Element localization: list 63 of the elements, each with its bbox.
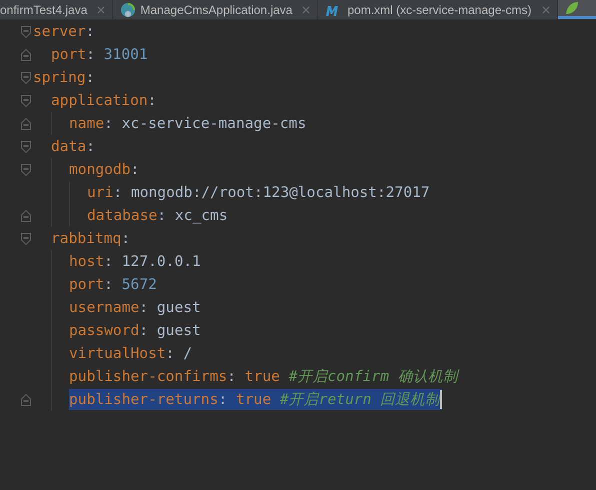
yaml-key: spring	[33, 69, 86, 86]
colon: :	[139, 299, 148, 316]
yaml-key: host	[69, 253, 104, 270]
yaml-key: rabbitmq	[51, 230, 122, 247]
editor-tab[interactable]: ManageCmsApplication.java	[113, 0, 318, 19]
colon: :	[121, 230, 130, 247]
code-comment: #开启confirm 确认机制	[288, 367, 458, 386]
spring-app-icon	[120, 2, 136, 18]
yaml-value: /	[183, 345, 192, 362]
fold-icon[interactable]	[21, 232, 31, 244]
colon: :	[227, 368, 236, 385]
editor-tab[interactable]	[558, 0, 596, 19]
yaml-key: username	[69, 299, 140, 316]
yaml-value: 31001	[104, 46, 148, 63]
yaml-key: application	[51, 92, 148, 109]
colon: :	[86, 46, 95, 63]
yaml-value: true	[236, 391, 272, 408]
colon: :	[104, 115, 113, 132]
colon: :	[218, 391, 228, 408]
yaml-key: database	[87, 207, 158, 224]
yaml-key: name	[69, 115, 104, 132]
colon: :	[157, 207, 166, 224]
fold-icon[interactable]	[21, 140, 31, 152]
unfold-icon[interactable]	[21, 394, 31, 406]
fold-icon[interactable]	[21, 26, 31, 38]
yaml-key: publisher-confirms	[69, 368, 228, 385]
colon: :	[86, 138, 95, 155]
yaml-key: data	[51, 138, 86, 155]
yaml-key: port	[51, 46, 86, 63]
unfold-icon[interactable]	[21, 210, 31, 222]
yaml-value: 127.0.0.1	[122, 253, 201, 270]
unfold-icon[interactable]	[21, 118, 31, 130]
yaml-value: xc_cms	[174, 207, 228, 224]
fold-icon[interactable]	[21, 94, 31, 106]
yaml-value: 5672	[122, 276, 157, 293]
colon: :	[148, 92, 156, 109]
fold-icon[interactable]	[21, 72, 31, 84]
colon: :	[139, 322, 148, 339]
yaml-key: virtualHost	[69, 345, 166, 362]
yaml-key: server	[33, 23, 86, 40]
yaml-key: publisher-returns	[69, 391, 218, 408]
yaml-key: uri	[87, 184, 114, 201]
yaml-key: password	[69, 322, 140, 339]
unfold-icon[interactable]	[21, 48, 31, 60]
yaml-value: true	[244, 368, 280, 385]
fold-icon[interactable]	[21, 164, 31, 176]
text-caret	[440, 390, 442, 409]
yaml-value: guest	[156, 322, 201, 339]
colon: :	[113, 184, 122, 201]
yaml-key: port	[69, 276, 104, 293]
editor-tab[interactable]: onfirmTest4.java	[0, 0, 114, 19]
colon: :	[86, 69, 95, 86]
yaml-value: xc-service-manage-cms	[122, 115, 306, 132]
colon: :	[104, 253, 113, 270]
yaml-value: guest	[156, 299, 201, 316]
colon: :	[130, 161, 140, 178]
colon: :	[104, 276, 113, 293]
yaml-key: mongodb	[69, 161, 131, 178]
colon: :	[86, 23, 95, 40]
yaml-value: mongodb://root:123@localhost:27017	[130, 184, 430, 201]
colon: :	[166, 345, 174, 362]
editor-tab[interactable]: pom.xml (xc-service-manage-cms)	[318, 0, 558, 19]
leaf-icon	[564, 1, 578, 15]
